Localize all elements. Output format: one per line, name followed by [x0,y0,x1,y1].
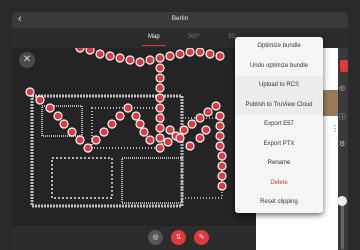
scan-marker-fill [176,134,184,142]
scan-marker-fill [156,64,164,72]
scan-marker-fill [26,88,34,96]
scan-marker-fill [100,128,108,136]
menu-export-e57[interactable]: Export E57 [235,115,323,135]
scan-marker-fill [116,54,124,62]
scan-marker-fill [156,144,164,152]
scan-marker-fill [54,112,62,120]
menu-rename[interactable]: Rename [235,154,323,174]
info-icon[interactable]: ⓘ [339,112,346,122]
scan-marker-fill [116,112,124,120]
menu-delete[interactable]: Delete [235,174,323,194]
scan-marker-fill [204,108,212,116]
app-screen: ‹ Berlin Map 360° 3D ✕ ⋮ ◎ ⓘ ⚙ Optimize … [12,12,348,250]
scan-marker-fill [84,144,92,152]
scan-marker-fill [218,162,226,170]
device-frame: ‹ Berlin Map 360° 3D ✕ ⋮ ◎ ⓘ ⚙ Optimize … [0,0,360,250]
scan-marker-fill [206,50,214,58]
settings-icon[interactable]: ⚙ [339,140,345,148]
tab-360[interactable]: 360° [182,32,206,46]
scan-marker-fill [96,50,104,58]
scan-marker-fill [36,96,44,104]
scan-marker-fill [156,94,164,102]
scan-marker-fill [108,120,116,128]
scan-marker-fill [196,114,204,122]
scan-marker-fill [164,138,172,146]
scan-marker-fill [92,136,100,144]
more-vert-icon[interactable]: ⋮ [331,124,339,133]
point-cloud-map[interactable] [12,48,272,226]
scan-marker-fill [156,124,164,132]
scan-marker-fill [46,104,54,112]
menu-undo-optimize-bundle[interactable]: Undo optimize bundle [235,57,323,77]
close-icon[interactable]: ✕ [19,52,35,68]
scan-marker-fill [156,114,164,122]
scan-marker-fill [156,74,164,82]
tab-map[interactable]: Map [142,32,166,46]
page-title: Berlin [171,15,189,22]
scan-marker-fill [216,112,224,120]
clipping-slider-handle[interactable] [337,196,347,206]
scan-marker-fill [136,58,144,66]
scan-marker-fill [60,120,68,128]
scan-marker-fill [156,84,164,92]
scan-marker-fill [68,128,76,136]
scan-marker-fill [216,52,224,60]
scan-marker-fill [156,54,164,62]
scan-marker-fill [140,128,148,136]
scan-marker-fill [212,102,220,110]
scan-marker-fill [218,182,226,190]
scan-marker-fill [126,56,134,64]
scan-marker-fill [132,112,140,120]
scan-thumbnail[interactable] [322,90,338,116]
scan-marker-fill [76,136,84,144]
context-menu: Optimize bundle Undo optimize bundle Upl… [235,37,323,213]
scan-marker-fill [216,122,224,130]
scan-marker-fill [216,132,224,140]
scan-marker-fill [156,104,164,112]
scan-marker-fill [166,52,174,60]
scan-marker-fill [196,48,204,56]
scan-marker-fill [166,126,174,134]
scan-marker-fill [186,48,194,56]
menu-optimize-bundle[interactable]: Optimize bundle [235,37,323,57]
target-icon[interactable]: ◎ [148,230,163,245]
scan-marker-fill [196,134,204,142]
menu-publish-truview[interactable]: Publish to TruView Cloud [235,95,323,115]
view-tabs: Map 360° 3D [142,32,242,46]
scan-marker-fill [180,126,188,134]
scan-marker-fill [124,104,132,112]
layers-icon[interactable]: ◎ [339,84,345,92]
menu-upload-rcs[interactable]: Upload to RCS [235,76,323,96]
edit-icon[interactable]: ✎ [194,230,209,245]
map-canvas [25,48,227,208]
filter-badge[interactable] [340,60,348,72]
scan-marker-fill [218,172,226,180]
title-bar: ‹ Berlin [12,12,348,28]
scan-marker-fill [216,142,224,150]
scan-marker-fill [202,126,210,134]
scan-marker-fill [186,142,194,150]
scan-marker-fill [146,136,154,144]
scan-marker-fill [156,134,164,142]
scan-icon[interactable]: ⇅ [171,230,186,245]
menu-reset-clipping[interactable]: Reset clipping [235,193,323,213]
scan-marker-fill [106,52,114,60]
scan-marker-fill [218,152,226,160]
scan-marker-fill [146,56,154,64]
scan-marker-fill [176,50,184,58]
scan-marker-fill [188,120,196,128]
scan-positions [25,48,227,191]
menu-export-ptx[interactable]: Export PTX [235,135,323,155]
scan-marker-fill [136,120,144,128]
